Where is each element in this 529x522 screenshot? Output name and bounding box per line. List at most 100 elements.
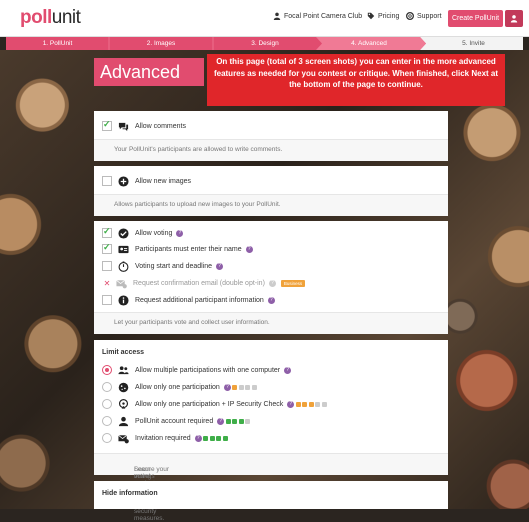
help-icon[interactable]: ?	[284, 366, 292, 374]
voting-deadline-checkbox[interactable]	[102, 261, 112, 271]
cookie-icon	[118, 382, 129, 392]
learn-more-link[interactable]: Learn more!	[134, 466, 151, 480]
check-circle-icon	[118, 227, 129, 239]
step-images[interactable]: 2. Images	[109, 37, 213, 50]
limit-option-account[interactable]: PollUnit account required ?	[102, 415, 251, 427]
step-design[interactable]: 3. Design	[213, 37, 317, 50]
allow-comments-label: Allow comments	[135, 122, 186, 130]
limit-multiple-radio[interactable]	[102, 365, 112, 375]
users-icon	[118, 365, 129, 374]
allow-comments-row[interactable]: Allow comments	[102, 119, 186, 132]
nav-pricing[interactable]: Pricing	[367, 12, 399, 20]
limit-ip-radio[interactable]	[102, 399, 112, 409]
limit-option-ip[interactable]: Allow only one participation + IP Securi…	[102, 398, 327, 410]
lock-icon	[302, 401, 308, 407]
help-icon[interactable]: ?	[267, 296, 275, 304]
limit-option-multiple[interactable]: Allow multiple participations with one c…	[102, 364, 292, 376]
lock-icon	[295, 401, 301, 407]
comments-footer: Your PollUnit's participants are allowed…	[94, 139, 448, 161]
lock-icon	[222, 435, 228, 441]
help-icon[interactable]: ?	[176, 229, 184, 237]
step-pollunit[interactable]: 1. PollUnit	[6, 37, 109, 50]
confirm-email-label: Request confirmation email (double opt-i…	[133, 279, 265, 287]
allow-images-checkbox[interactable]	[102, 176, 112, 186]
limit-account-radio[interactable]	[102, 416, 112, 426]
wizard-steps: 1. PollUnit 2. Images 3. Design 4. Advan…	[6, 37, 523, 50]
help-icon[interactable]: ?	[287, 400, 295, 408]
help-icon[interactable]: ?	[194, 434, 202, 442]
allow-images-row[interactable]: Allow new images	[102, 175, 191, 187]
voting-footer: Let your participants vote and collect u…	[94, 312, 448, 334]
shield-icon	[118, 398, 129, 409]
allow-voting-row[interactable]: Allow voting ?	[102, 226, 184, 239]
lock-icon	[232, 384, 238, 390]
lock-icon	[203, 435, 209, 441]
instruction-callout: On this page (total of 3 screen shots) y…	[207, 54, 505, 106]
nav-account[interactable]: Focal Point Camera Club	[273, 12, 362, 20]
nav-account-label: Focal Point Camera Club	[284, 12, 363, 20]
user-menu-button[interactable]	[505, 10, 523, 27]
top-bar: pollunit Focal Point Camera Club Pricing…	[0, 0, 529, 37]
enter-name-row[interactable]: Participants must enter their name ?	[102, 242, 253, 255]
id-card-icon	[118, 245, 129, 253]
hide-information-card: Hide information	[94, 481, 448, 509]
limit-one-radio[interactable]	[102, 382, 112, 392]
info-icon	[118, 294, 129, 306]
tag-icon	[367, 12, 375, 20]
email-check-icon	[116, 279, 127, 288]
lock-icon	[245, 418, 251, 424]
limit-multiple-label: Allow multiple participations with one c…	[135, 366, 281, 374]
help-icon[interactable]: ?	[245, 245, 253, 253]
allow-images-label: Allow new images	[135, 177, 192, 185]
nav-pricing-label: Pricing	[378, 12, 400, 20]
additional-info-row[interactable]: Request additional participant informati…	[102, 294, 275, 306]
enter-name-checkbox[interactable]	[102, 242, 112, 254]
images-card: Allow new images Allows participants to …	[94, 166, 448, 216]
limit-access-card: Limit access Allow multiple participatio…	[94, 340, 448, 522]
lock-icon	[216, 435, 222, 441]
limit-invitation-radio[interactable]	[102, 433, 112, 443]
help-icon[interactable]: ?	[223, 383, 231, 391]
allow-comments-checkbox[interactable]	[102, 119, 112, 131]
plus-circle-icon	[118, 175, 129, 187]
lock-icon	[321, 401, 327, 407]
comments-card: Allow comments Your PollUnit's participa…	[94, 111, 448, 161]
step-advanced[interactable]: 4. Advanced	[317, 37, 421, 50]
limit-account-label: PollUnit account required	[135, 417, 214, 425]
step-invite[interactable]: 5. Invite	[424, 37, 523, 50]
help-icon[interactable]: ?	[216, 262, 224, 270]
lock-icon	[232, 418, 238, 424]
images-footer: Allows participants to upload new images…	[94, 194, 448, 216]
user-icon	[118, 416, 129, 426]
help-icon[interactable]: ?	[217, 417, 225, 425]
additional-info-label: Request additional participant informati…	[135, 296, 264, 304]
lock-icon	[209, 435, 215, 441]
create-pollunit-button[interactable]: Create PollUnit	[448, 10, 503, 27]
lock-icon	[238, 418, 244, 424]
disabled-x-icon: ✕	[103, 278, 111, 288]
stopwatch-icon	[118, 260, 129, 272]
additional-info-checkbox[interactable]	[102, 295, 112, 305]
lock-icon	[315, 401, 321, 407]
enter-name-label: Participants must enter their name	[135, 245, 242, 253]
allow-voting-label: Allow voting	[135, 229, 173, 237]
voting-deadline-label: Voting start and deadline	[135, 262, 213, 270]
limit-one-label: Allow only one participation	[135, 383, 220, 391]
voting-deadline-row[interactable]: Voting start and deadline ?	[102, 260, 224, 272]
limit-option-one[interactable]: Allow only one participation ?	[102, 381, 257, 393]
voting-card: Allow voting ? Participants must enter t…	[94, 221, 448, 334]
business-badge: Business	[280, 279, 306, 287]
limit-ip-label: Allow only one participation + IP Securi…	[135, 400, 284, 408]
limit-footer: Secure your votings against multiple par…	[94, 453, 448, 522]
comments-description: Your PollUnit's participants are allowed…	[114, 146, 283, 153]
envelope-icon	[118, 434, 129, 443]
help-icon: ?	[268, 279, 276, 287]
lock-icon	[245, 384, 251, 390]
lock-icon	[225, 418, 231, 424]
user-icon	[510, 15, 518, 23]
limit-option-invitation[interactable]: Invitation required ?	[102, 432, 228, 444]
nav-support[interactable]: Support	[406, 12, 442, 20]
page-title: Advanced	[94, 58, 204, 86]
pollunit-logo[interactable]: pollunit	[20, 7, 81, 29]
allow-voting-checkbox[interactable]	[102, 226, 112, 238]
